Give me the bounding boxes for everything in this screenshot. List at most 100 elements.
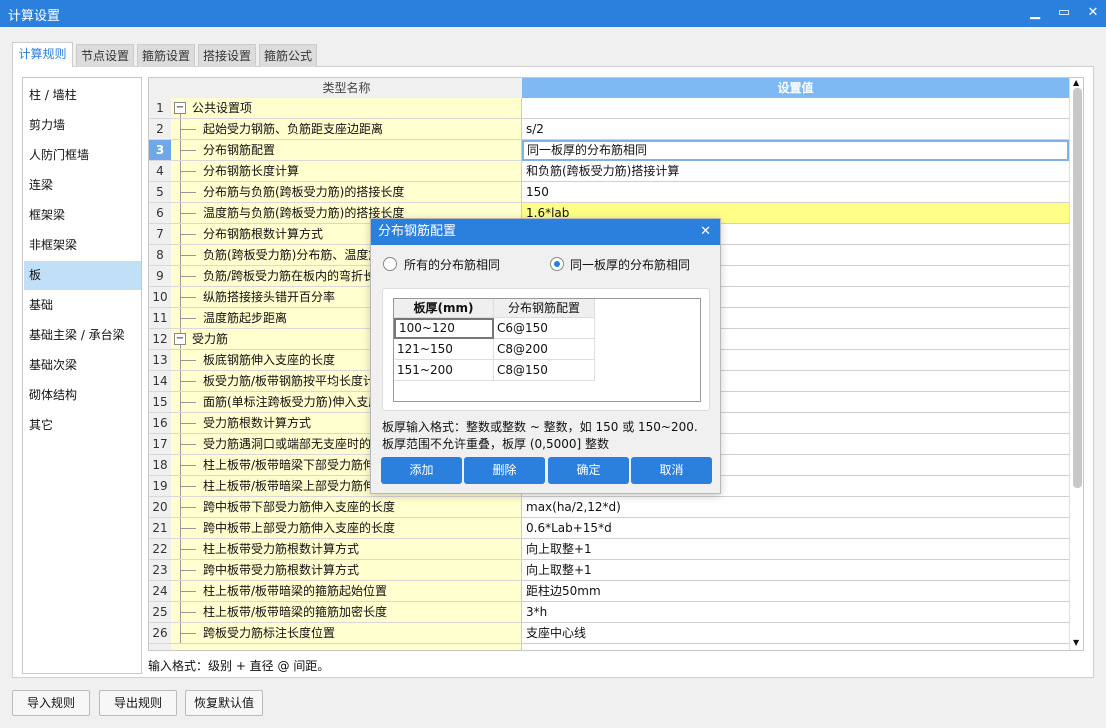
table-row[interactable]: 4 分布钢筋长度计算 和负筋(跨板受力筋)搭接计算 bbox=[149, 161, 1069, 182]
table-row[interactable]: 26 跨板受力筋标注长度位置 支座中心线 bbox=[149, 623, 1069, 644]
sidebar-item[interactable]: 基础次梁 bbox=[24, 351, 141, 380]
setting-name-cell[interactable]: 跨中板带上部受力筋伸入支座的长度 bbox=[171, 518, 522, 539]
tree-line bbox=[181, 297, 196, 298]
setting-name-cell[interactable]: 柱上板带/板带暗梁的箍筋起始位置 bbox=[171, 581, 522, 602]
setting-value[interactable]: 150 bbox=[522, 182, 1069, 203]
table-row[interactable]: 21 跨中板带上部受力筋伸入支座的长度 0.6*Lab+15*d bbox=[149, 518, 1069, 539]
scroll-thumb[interactable] bbox=[1073, 88, 1082, 488]
table-row[interactable]: 22 柱上板带受力筋根数计算方式 向上取整+1 bbox=[149, 539, 1069, 560]
sidebar-item[interactable]: 基础 bbox=[24, 291, 141, 320]
row-number: 1 bbox=[149, 98, 171, 119]
tree-line bbox=[181, 276, 196, 277]
radio-same-thickness[interactable] bbox=[550, 257, 564, 271]
setting-value[interactable]: 向上取整+1 bbox=[522, 560, 1069, 581]
setting-value[interactable] bbox=[522, 644, 1069, 650]
import-rules-button[interactable]: 导入规则 bbox=[12, 690, 90, 716]
sidebar-item[interactable]: 非框架梁 bbox=[24, 231, 141, 260]
config-cell[interactable]: C6@150 bbox=[494, 318, 595, 339]
collapse-icon[interactable]: − bbox=[174, 102, 186, 114]
close-button[interactable]: ✕ bbox=[1083, 4, 1103, 22]
scroll-down-icon[interactable]: ▼ bbox=[1073, 638, 1079, 647]
setting-name: 纵筋搭接接头错开百分率 bbox=[203, 290, 336, 304]
row-number: 5 bbox=[149, 182, 171, 203]
column-header-value[interactable]: 设置值 bbox=[522, 78, 1069, 98]
restore-defaults-button[interactable]: 恢复默认值 bbox=[185, 690, 263, 716]
setting-value[interactable]: 支座中心线 bbox=[522, 623, 1069, 644]
distribution-rebar-dialog: 分布钢筋配置 ✕ 所有的分布筋相同 同一板厚的分布筋相同 板厚(mm) 分布钢筋… bbox=[370, 218, 721, 494]
table-row[interactable]: 3 分布钢筋配置 同一板厚的分布筋相同 bbox=[149, 140, 1069, 161]
setting-value[interactable]: max(ha/2,12*d) bbox=[522, 497, 1069, 518]
vertical-scrollbar[interactable]: ▲ ▼ bbox=[1069, 78, 1083, 650]
sidebar-item[interactable]: 人防门框墙 bbox=[24, 141, 141, 170]
setting-name: 板受力筋/板带钢筋按平均长度计 bbox=[203, 374, 376, 388]
row-number: 25 bbox=[149, 602, 171, 623]
collapse-icon[interactable]: − bbox=[174, 333, 186, 345]
setting-name: 跨中板带下部受力筋伸入支座的长度 bbox=[203, 500, 396, 514]
setting-name-cell[interactable]: 跨中板带下部受力筋伸入支座的长度 bbox=[171, 497, 522, 518]
setting-name-cell[interactable]: 分布筋与负筋(跨板受力筋)的搭接长度 bbox=[171, 182, 522, 203]
setting-name-cell[interactable] bbox=[171, 644, 522, 650]
radio-all-same-label[interactable]: 所有的分布筋相同 bbox=[404, 256, 500, 273]
thickness-cell[interactable]: 121~150 bbox=[394, 339, 494, 360]
tab-lap-settings[interactable]: 搭接设置 bbox=[198, 44, 256, 67]
row-number: 8 bbox=[149, 245, 171, 266]
setting-name-cell[interactable]: 柱上板带受力筋根数计算方式 bbox=[171, 539, 522, 560]
setting-value[interactable]: 向上取整+1 bbox=[522, 539, 1069, 560]
column-header-name[interactable]: 类型名称 bbox=[171, 78, 522, 98]
table-row[interactable]: 5 分布筋与负筋(跨板受力筋)的搭接长度 150 bbox=[149, 182, 1069, 203]
radio-all-same[interactable] bbox=[383, 257, 397, 271]
sidebar-item[interactable]: 基础主梁 / 承台梁 bbox=[24, 321, 141, 350]
tab-calc-rules[interactable]: 计算规则 bbox=[12, 42, 73, 67]
setting-name-cell[interactable]: 分布钢筋长度计算 bbox=[171, 161, 522, 182]
config-cell[interactable]: C8@150 bbox=[494, 360, 595, 381]
tab-stirrup-formula[interactable]: 箍筋公式 bbox=[259, 44, 317, 67]
add-button[interactable]: 添加 bbox=[381, 457, 462, 484]
setting-name-cell[interactable]: 柱上板带/板带暗梁的箍筋加密长度 bbox=[171, 602, 522, 623]
dialog-close-icon[interactable]: ✕ bbox=[700, 219, 711, 245]
table-row[interactable]: 1− 公共设置项 bbox=[149, 98, 1069, 119]
delete-button[interactable]: 删除 bbox=[464, 457, 545, 484]
setting-value[interactable]: 和负筋(跨板受力筋)搭接计算 bbox=[522, 161, 1069, 182]
setting-value[interactable]: 同一板厚的分布筋相同 bbox=[522, 140, 1069, 161]
setting-value[interactable]: s/2 bbox=[522, 119, 1069, 140]
cancel-button[interactable]: 取消 bbox=[631, 457, 712, 484]
table-row[interactable]: 20 跨中板带下部受力筋伸入支座的长度 max(ha/2,12*d) bbox=[149, 497, 1069, 518]
maximize-button[interactable]: ▭ bbox=[1054, 4, 1074, 22]
setting-name-cell[interactable]: 跨中板带受力筋根数计算方式 bbox=[171, 560, 522, 581]
scroll-up-icon[interactable]: ▲ bbox=[1073, 78, 1079, 87]
sidebar-item[interactable]: 板 bbox=[24, 261, 141, 290]
row-number: 6 bbox=[149, 203, 171, 224]
table-row[interactable]: 23 跨中板带受力筋根数计算方式 向上取整+1 bbox=[149, 560, 1069, 581]
setting-value[interactable] bbox=[522, 98, 1069, 119]
export-rules-button[interactable]: 导出规则 bbox=[99, 690, 177, 716]
table-row[interactable] bbox=[149, 644, 1069, 650]
sidebar-item[interactable]: 其它 bbox=[24, 411, 141, 440]
config-cell[interactable]: C8@200 bbox=[494, 339, 595, 360]
thickness-cell[interactable]: 100~120 bbox=[394, 318, 494, 339]
tree-line bbox=[181, 192, 196, 193]
tab-node-settings[interactable]: 节点设置 bbox=[76, 44, 134, 67]
setting-value[interactable]: 3*h bbox=[522, 602, 1069, 623]
tab-stirrup-settings[interactable]: 箍筋设置 bbox=[137, 44, 195, 67]
table-row[interactable]: 25 柱上板带/板带暗梁的箍筋加密长度 3*h bbox=[149, 602, 1069, 623]
sidebar-item[interactable]: 砌体结构 bbox=[24, 381, 141, 410]
sidebar-item[interactable]: 连梁 bbox=[24, 171, 141, 200]
sidebar-item[interactable]: 框架梁 bbox=[24, 201, 141, 230]
setting-name-cell[interactable]: 分布钢筋配置 bbox=[171, 140, 522, 161]
table-row[interactable]: 2 起始受力钢筋、负筋距支座边距离 s/2 bbox=[149, 119, 1069, 140]
sidebar-item[interactable]: 柱 / 墙柱 bbox=[24, 81, 141, 110]
setting-value[interactable]: 0.6*Lab+15*d bbox=[522, 518, 1069, 539]
setting-name-cell[interactable]: − 公共设置项 bbox=[171, 98, 522, 119]
table-row[interactable]: 24 柱上板带/板带暗梁的箍筋起始位置 距柱边50mm bbox=[149, 581, 1069, 602]
sidebar-item[interactable]: 剪力墙 bbox=[24, 111, 141, 140]
setting-value[interactable]: 距柱边50mm bbox=[522, 581, 1069, 602]
setting-name-cell[interactable]: 起始受力钢筋、负筋距支座边距离 bbox=[171, 119, 522, 140]
setting-name: 面筋(单标注跨板受力筋)伸入支座 bbox=[203, 395, 381, 409]
setting-name-cell[interactable]: 跨板受力筋标注长度位置 bbox=[171, 623, 522, 644]
ok-button[interactable]: 确定 bbox=[548, 457, 629, 484]
thickness-cell[interactable]: 151~200 bbox=[394, 360, 494, 381]
minimize-button[interactable]: ▁ bbox=[1025, 4, 1045, 22]
tree-line bbox=[181, 591, 196, 592]
row-number: 26 bbox=[149, 623, 171, 644]
radio-same-thickness-label[interactable]: 同一板厚的分布筋相同 bbox=[570, 256, 690, 273]
